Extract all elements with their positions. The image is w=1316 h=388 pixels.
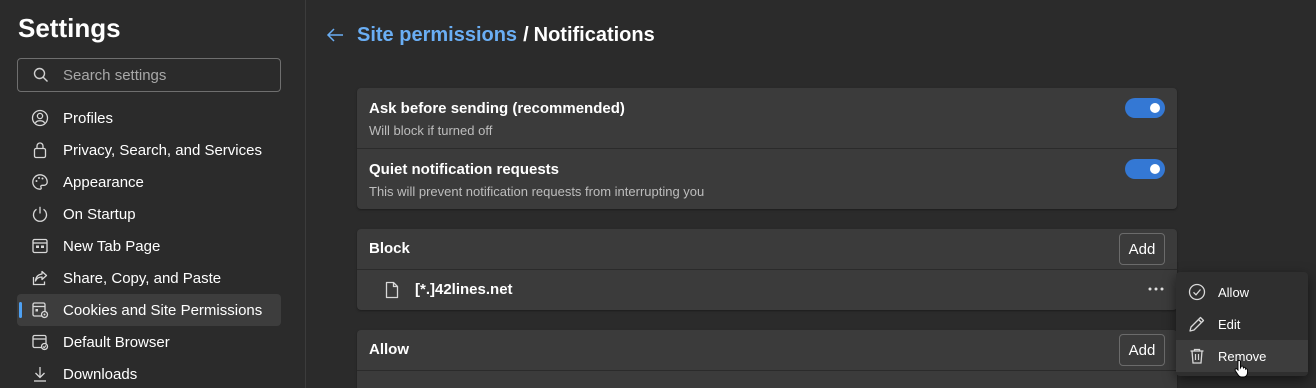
sidebar-item-label: Profiles xyxy=(63,109,114,127)
setting-title: Quiet notification requests xyxy=(369,161,560,178)
sidebar-item-label: Appearance xyxy=(63,173,144,191)
sidebar-item-label: Share, Copy, and Paste xyxy=(63,269,222,287)
setting-ask-before-sending: Ask before sending (recommended) Will bl… xyxy=(357,88,1177,148)
palette-icon xyxy=(31,173,49,191)
search-box[interactable] xyxy=(17,58,281,92)
search-input[interactable] xyxy=(63,66,263,84)
block-title: Block xyxy=(369,240,410,257)
sidebar-item-label: Downloads xyxy=(63,365,138,383)
page-title: Notifications xyxy=(533,23,655,46)
check-circle-icon xyxy=(1188,283,1206,301)
setting-quiet-notification-requests: Quiet notification requests This will pr… xyxy=(357,148,1177,209)
hand-cursor-icon xyxy=(1234,360,1248,378)
setting-title: Ask before sending (recommended) xyxy=(369,100,625,117)
block-add-button[interactable]: Add xyxy=(1119,233,1165,265)
power-icon xyxy=(31,205,49,223)
profile-icon xyxy=(31,109,49,127)
allow-card: Allow Add xyxy=(357,330,1177,388)
setting-description: Will block if turned off xyxy=(369,123,493,138)
sidebar-title: Settings xyxy=(18,13,121,43)
menu-item-label: Allow xyxy=(1218,284,1250,300)
pencil-icon xyxy=(1188,315,1206,333)
toggle-knob xyxy=(1150,164,1160,174)
list-item: [*.]42lines.net xyxy=(357,269,1177,310)
sidebar-item-downloads[interactable]: Downloads xyxy=(17,358,281,388)
sidebar-item-share-copy-paste[interactable]: Share, Copy, and Paste xyxy=(17,262,281,294)
lock-icon xyxy=(31,141,49,159)
cookie-permissions-icon xyxy=(31,301,49,319)
block-card: Block Add [*.]42lines.net xyxy=(357,229,1177,310)
allow-add-button[interactable]: Add xyxy=(1119,334,1165,366)
sidebar-item-appearance[interactable]: Appearance xyxy=(17,166,281,198)
new-tab-icon xyxy=(31,237,49,255)
allow-title: Allow xyxy=(369,341,409,358)
menu-item-edit[interactable]: Edit xyxy=(1176,308,1308,340)
block-header: Block Add xyxy=(357,229,1177,269)
sidebar-nav: Profiles Privacy, Search, and Services A… xyxy=(17,102,281,388)
toggle-knob xyxy=(1150,103,1160,113)
site-name: [*.]42lines.net xyxy=(415,281,513,298)
more-options-icon[interactable] xyxy=(1147,279,1165,299)
sidebar-item-label: On Startup xyxy=(63,205,136,223)
sidebar: Settings Profiles Privacy, Search, and S… xyxy=(0,0,306,388)
sidebar-item-label: Privacy, Search, and Services xyxy=(63,141,262,159)
sidebar-item-new-tab-page[interactable]: New Tab Page xyxy=(17,230,281,262)
allow-header: Allow Add xyxy=(357,330,1177,370)
sidebar-item-privacy[interactable]: Privacy, Search, and Services xyxy=(17,134,281,166)
menu-item-label: Edit xyxy=(1218,316,1241,332)
sidebar-item-cookies-site-permissions[interactable]: Cookies and Site Permissions xyxy=(17,294,281,326)
sidebar-item-profiles[interactable]: Profiles xyxy=(17,102,281,134)
download-icon xyxy=(31,365,49,383)
ask-before-sending-toggle[interactable] xyxy=(1125,98,1165,118)
search-icon xyxy=(33,67,49,83)
sidebar-item-label: Default Browser xyxy=(63,333,170,351)
breadcrumb-parent-link[interactable]: Site permissions xyxy=(357,24,517,47)
breadcrumb-separator: / xyxy=(523,23,529,46)
breadcrumb: Site permissions / Notifications xyxy=(326,21,655,49)
trash-icon xyxy=(1188,347,1206,365)
back-arrow-icon[interactable] xyxy=(326,26,344,44)
allow-list-empty xyxy=(357,370,1177,388)
sidebar-item-label: Cookies and Site Permissions xyxy=(63,301,263,319)
setting-description: This will prevent notification requests … xyxy=(369,184,705,199)
browser-icon xyxy=(31,333,49,351)
sidebar-item-label: New Tab Page xyxy=(63,237,161,255)
share-icon xyxy=(31,269,49,287)
menu-item-allow[interactable]: Allow xyxy=(1176,276,1308,308)
file-icon xyxy=(384,281,400,299)
sidebar-item-on-startup[interactable]: On Startup xyxy=(17,198,281,230)
quiet-notification-toggle[interactable] xyxy=(1125,159,1165,179)
sidebar-item-default-browser[interactable]: Default Browser xyxy=(17,326,281,358)
notification-settings-card: Ask before sending (recommended) Will bl… xyxy=(357,88,1177,209)
